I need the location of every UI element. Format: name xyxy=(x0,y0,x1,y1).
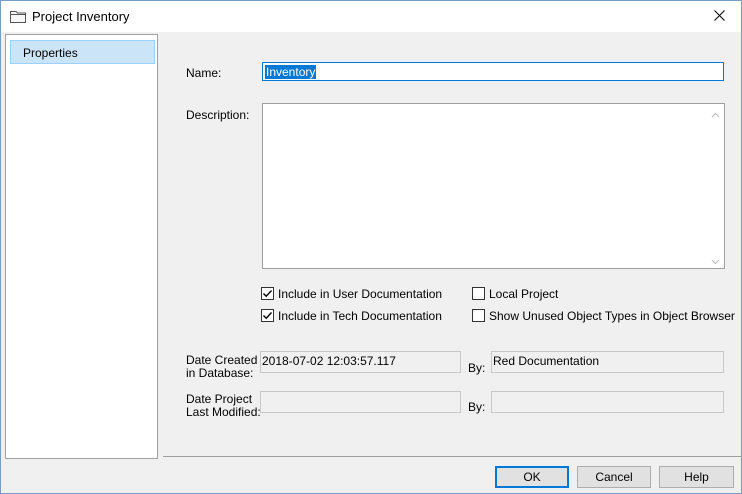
date-modified-field xyxy=(260,391,461,413)
scroll-up-icon[interactable] xyxy=(711,109,720,118)
date-created-field: 2018-07-02 12:03:57.117 xyxy=(260,351,461,373)
date-created-value: 2018-07-02 12:03:57.117 xyxy=(262,354,396,368)
cancel-button[interactable]: Cancel xyxy=(577,466,651,488)
button-separator xyxy=(163,456,741,457)
name-input[interactable]: Inventory xyxy=(262,62,724,81)
description-scrollbar[interactable] xyxy=(707,104,724,268)
modified-by-field xyxy=(491,391,724,413)
date-modified-label-line2: Last Modified: xyxy=(186,405,261,419)
project-inventory-dialog: Project Inventory Properties Name: Inven… xyxy=(0,0,742,494)
help-button[interactable]: Help xyxy=(659,466,734,488)
title-bar: Project Inventory xyxy=(1,1,741,32)
close-icon xyxy=(713,9,725,24)
local-project-label[interactable]: Local Project xyxy=(489,287,558,301)
created-by-field: Red Documentation xyxy=(491,351,724,373)
sidebar-item-label: Properties xyxy=(23,46,78,60)
show-unused-types-checkbox[interactable] xyxy=(472,309,485,322)
include-tech-doc-label[interactable]: Include in Tech Documentation xyxy=(278,309,442,323)
sidebar: Properties xyxy=(5,34,158,459)
ok-button[interactable]: OK xyxy=(495,466,569,488)
scroll-down-icon[interactable] xyxy=(711,255,720,265)
folder-icon xyxy=(10,10,26,23)
date-created-label-line2: in Database: xyxy=(186,366,254,380)
date-modified-label-line1: Date Project xyxy=(186,392,253,406)
window-title: Project Inventory xyxy=(32,9,130,24)
description-textarea[interactable] xyxy=(262,103,725,269)
include-user-doc-label[interactable]: Include in User Documentation xyxy=(278,287,442,301)
name-label: Name: xyxy=(186,66,222,80)
name-value: Inventory xyxy=(265,65,317,79)
include-tech-doc-checkbox[interactable] xyxy=(261,309,274,322)
local-project-checkbox[interactable] xyxy=(472,287,485,300)
sidebar-item-properties[interactable]: Properties xyxy=(10,40,155,64)
description-label: Description: xyxy=(186,108,250,122)
modified-by-label: By: xyxy=(468,400,486,414)
created-by-label: By: xyxy=(468,361,486,375)
show-unused-types-label[interactable]: Show Unused Object Types in Object Brows… xyxy=(489,309,735,323)
close-button[interactable] xyxy=(697,1,741,32)
include-user-doc-checkbox[interactable] xyxy=(261,287,274,300)
created-by-value: Red Documentation xyxy=(493,354,600,368)
date-created-label-line1: Date Created xyxy=(186,353,258,367)
